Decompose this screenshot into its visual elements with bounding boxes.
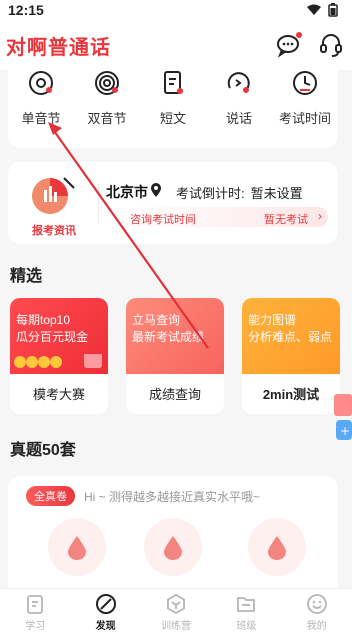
- promo-line: 瓜分百元现金: [16, 330, 89, 344]
- gift-icon: +: [334, 394, 352, 440]
- section-title-featured: 精选: [10, 268, 43, 285]
- nav-tab-discover[interactable]: 发现: [76, 593, 136, 632]
- svg-text:+: +: [340, 424, 350, 438]
- battery-icon: [328, 3, 338, 17]
- bottom-navigation: 学习 发现 训练营 班级 我的: [0, 588, 352, 636]
- headset-icon: [320, 34, 342, 57]
- divider: [98, 184, 99, 224]
- coins-icon: [14, 354, 102, 368]
- double-syllable-icon: [95, 71, 119, 95]
- promo-line: 能力图谱: [248, 313, 297, 327]
- real-exam-tagline: Hi ~ 测得越多越接近真实水平哦~: [84, 490, 261, 504]
- category-label: 短文: [159, 111, 186, 126]
- category-label: 单音节: [21, 111, 61, 126]
- exam-set-button[interactable]: [48, 518, 106, 576]
- wifi-icon: [307, 4, 321, 15]
- category-label: 考试时间: [278, 111, 331, 126]
- featured-card-label: 成绩查询: [148, 387, 201, 402]
- promo-line: 立马查询: [132, 313, 181, 327]
- category-short-text[interactable]: 短文: [142, 68, 204, 148]
- promo-banner: 能力图谱 分析难点、弱点: [242, 298, 340, 374]
- status-time: 12:15: [8, 2, 44, 18]
- unread-dot: [296, 32, 302, 38]
- droplet-icon: [68, 536, 86, 560]
- nav-label: 学习: [25, 621, 46, 632]
- exam-time-inquiry-bar[interactable]: 咨询考试时间 暂无考试 ›: [118, 207, 328, 227]
- category-exam-time[interactable]: 考试时间: [274, 68, 336, 148]
- profile-icon: [306, 594, 327, 614]
- full-exam-tag[interactable]: 全真卷: [26, 486, 75, 506]
- exam-news-logo[interactable]: 报考资讯: [18, 172, 88, 237]
- featured-card-score-query[interactable]: 立马查询 最新考试成绩 成绩查询: [126, 298, 224, 414]
- nav-tab-profile[interactable]: 我的: [287, 593, 347, 632]
- study-icon: [27, 595, 44, 614]
- droplet-icon: [164, 536, 182, 560]
- category-label: 双音节: [87, 111, 127, 126]
- status-icons: [306, 3, 338, 17]
- category-label: 说话: [225, 111, 252, 126]
- featured-card-label: 模考大赛: [32, 387, 85, 402]
- featured-card-mock-contest[interactable]: 每期top10 瓜分百元现金 模考大赛: [10, 298, 108, 414]
- practice-categories: 单音节 双音节 短文 说话 考试时间: [8, 60, 338, 148]
- single-syllable-icon: [29, 71, 53, 95]
- city-selector[interactable]: 北京市: [106, 182, 148, 202]
- countdown-label: 考试倒计时:: [176, 186, 245, 201]
- category-double-syllable[interactable]: 双音节: [76, 68, 138, 148]
- promo-line: 分析难点、弱点: [248, 330, 333, 344]
- short-text-icon: [164, 71, 183, 94]
- class-icon: [237, 597, 256, 612]
- nav-tab-class[interactable]: 班级: [216, 593, 276, 632]
- category-speaking[interactable]: 说话: [208, 68, 270, 148]
- location-pin-icon[interactable]: [150, 182, 162, 198]
- consult-exam-time-link[interactable]: 咨询考试时间: [130, 211, 196, 227]
- featured-card-label: 2min测试: [262, 387, 320, 402]
- promo-line: 最新考试成绩: [132, 330, 205, 344]
- floating-gift-button[interactable]: +: [332, 384, 352, 444]
- brand-logo: 对啊普通话: [6, 31, 111, 64]
- customer-service-button[interactable]: [318, 32, 344, 58]
- nav-tab-training-camp[interactable]: 训练营: [146, 593, 206, 632]
- discover-icon: [95, 594, 116, 614]
- chevron-right-icon: ›: [318, 209, 322, 223]
- exam-news-icon: [32, 177, 75, 214]
- real-exam-card: 全真卷 Hi ~ 测得越多越接近真实水平哦~: [8, 476, 338, 596]
- nav-tab-study[interactable]: 学习: [5, 593, 65, 632]
- nav-label: 训练营: [160, 621, 191, 632]
- promo-line: 每期top10: [16, 313, 71, 327]
- exam-news-label: 报考资讯: [32, 225, 76, 237]
- exam-time-icon: [293, 71, 317, 95]
- nav-label: 班级: [236, 621, 257, 632]
- promo-banner: 立马查询 最新考试成绩: [126, 298, 224, 374]
- message-button[interactable]: [276, 32, 302, 58]
- section-title-real-exams: 真题50套: [10, 442, 76, 459]
- exam-set-button[interactable]: [144, 518, 202, 576]
- status-bar: 12:15: [0, 0, 352, 20]
- nav-label: 发现: [95, 621, 116, 632]
- nav-label: 我的: [306, 621, 327, 632]
- no-exam-status: 暂无考试: [264, 214, 308, 226]
- exam-countdown: 考试倒计时: 暂未设置: [176, 183, 303, 202]
- speaking-icon: [227, 72, 250, 93]
- droplet-icon: [268, 536, 286, 560]
- header-actions: [276, 32, 344, 58]
- featured-card-2min-test[interactable]: 能力图谱 分析难点、弱点 2min测试: [242, 298, 340, 414]
- training-camp-icon: [167, 593, 185, 615]
- exam-set-button[interactable]: [248, 518, 306, 576]
- promo-banner: 每期top10 瓜分百元现金: [10, 298, 108, 374]
- exam-info-card[interactable]: 报考资讯 北京市 考试倒计时: 暂未设置 咨询考试时间 暂无考试 ›: [8, 162, 338, 244]
- countdown-value: 暂未设置: [250, 186, 303, 201]
- category-single-syllable[interactable]: 单音节: [10, 68, 72, 148]
